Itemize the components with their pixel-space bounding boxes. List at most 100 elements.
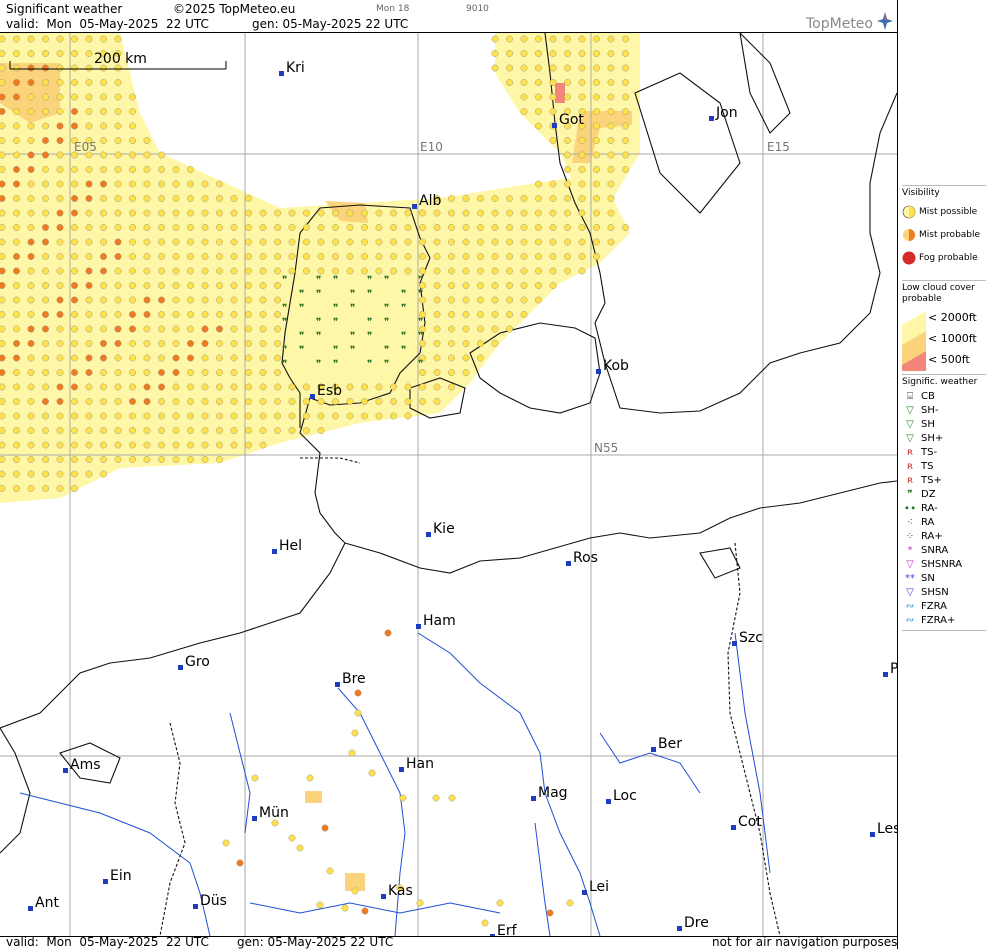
visibility-marker	[549, 50, 557, 57]
visibility-marker	[549, 209, 557, 217]
visibility-marker	[477, 224, 484, 231]
visibility-marker	[85, 180, 93, 188]
visibility-marker	[535, 122, 542, 130]
visibility-marker	[593, 253, 600, 260]
visibility-marker	[317, 209, 325, 217]
visibility-marker	[114, 369, 122, 376]
visibility-marker	[114, 267, 122, 275]
city-mun[interactable]: Mün	[252, 805, 289, 821]
city-ams[interactable]: Ams	[63, 757, 101, 773]
visibility-marker	[448, 794, 456, 802]
city-kas[interactable]: Kas	[381, 883, 413, 899]
grid-label-n55: N55	[594, 441, 619, 455]
visibility-marker	[85, 470, 93, 478]
visibility-marker	[0, 427, 6, 434]
city-dre[interactable]: Dre	[677, 915, 709, 931]
city-ber[interactable]: Ber	[651, 736, 682, 752]
city-kob[interactable]: Kob	[596, 358, 629, 374]
visibility-marker	[85, 209, 93, 217]
visibility-marker	[351, 729, 359, 737]
visibility-marker	[100, 398, 107, 405]
city-les[interactable]: Les	[870, 821, 897, 837]
visibility-marker	[13, 267, 20, 275]
visibility-marker	[390, 253, 397, 260]
city-mag[interactable]: Mag	[531, 785, 568, 801]
saale-river	[534, 822, 551, 936]
visibility-marker	[100, 122, 107, 130]
city-erf[interactable]: Erf	[490, 923, 517, 936]
city-ant[interactable]: Ant	[28, 895, 59, 911]
visibility-marker	[245, 441, 252, 449]
visibility-marker	[201, 195, 209, 202]
city-gro[interactable]: Gro	[178, 654, 210, 670]
visibility-marker	[158, 180, 165, 188]
city-kri[interactable]: Kri	[279, 60, 305, 76]
city-alb[interactable]: Alb	[412, 193, 441, 209]
scale-label: 200 km	[94, 51, 147, 67]
visibility-marker	[71, 253, 78, 260]
city-ein[interactable]: Ein	[103, 868, 132, 884]
visibility-marker	[129, 180, 136, 188]
visibility-marker	[390, 412, 397, 420]
sigwx-symbol-icon: ⁖	[907, 517, 913, 528]
visibility-marker	[216, 224, 223, 231]
city-ros[interactable]: Ros	[566, 550, 598, 566]
visibility-marker	[27, 209, 35, 217]
visibility-marker	[158, 238, 165, 246]
visibility-marker	[564, 180, 571, 188]
visibility-marker	[216, 267, 223, 275]
city-loc[interactable]: Loc	[606, 788, 637, 804]
visibility-marker	[13, 35, 20, 43]
visibility-marker	[306, 774, 314, 782]
weather-map[interactable]: ❞ ❞ ❞ ❞ ❞ ❞ ❞ ❞ ❞ ❞ ❞ ❞ ❞ ❞ ❞ ❞ ❞ ❞ ❞ ❞ ❞ ❞ ❞ ❞ ❞ ❞ ❞ ❞ ❞ ❞ ❞ ❞ ❞ ❞ ❞ ❞ ❞ ❞ ❞ ❞…	[0, 32, 897, 937]
visibility-marker	[361, 209, 368, 217]
visibility-marker	[71, 35, 78, 43]
visibility-marker	[578, 137, 586, 144]
visibility-marker	[71, 224, 78, 231]
visibility-marker	[462, 282, 470, 289]
visibility-marker	[259, 267, 267, 275]
drizzle-marker: ❞	[350, 331, 355, 342]
visibility-marker	[433, 383, 441, 391]
city-dus[interactable]: Düs	[193, 893, 227, 909]
visibility-marker	[42, 209, 49, 217]
visibility-marker	[491, 325, 499, 333]
visibility-marker	[404, 253, 412, 260]
visibility-marker	[143, 209, 151, 217]
visibility-marker	[129, 253, 136, 260]
city-bre[interactable]: Bre	[335, 671, 366, 687]
city-got[interactable]: Got	[552, 112, 584, 128]
visibility-marker	[158, 282, 165, 289]
city-cot[interactable]: Cot	[731, 814, 762, 830]
visibility-marker	[433, 267, 441, 275]
city-kie[interactable]: Kie	[426, 521, 455, 537]
visibility-marker	[274, 427, 281, 434]
visibility-marker	[230, 311, 238, 318]
visibility-marker	[85, 122, 93, 130]
city-p[interactable]: P	[883, 661, 897, 677]
visibility-marker	[448, 325, 455, 333]
drizzle-marker: ❞	[384, 275, 389, 286]
visibility-marker	[0, 238, 6, 246]
visibility-marker	[361, 253, 368, 260]
city-szc[interactable]: Szc	[732, 630, 763, 646]
city-lei[interactable]: Lei	[582, 879, 609, 895]
city-esb[interactable]: Esb	[310, 383, 342, 399]
city-hel[interactable]: Hel	[272, 538, 302, 554]
visibility-marker	[158, 311, 165, 318]
visibility-marker	[143, 267, 151, 275]
visibility-marker	[477, 282, 484, 289]
sigwx-symbol-icon: ▽	[906, 419, 914, 430]
city-han[interactable]: Han	[399, 756, 434, 772]
visibility-marker	[361, 267, 368, 275]
visibility-marker	[201, 282, 209, 289]
city-jon[interactable]: Jon	[709, 105, 738, 121]
visibility-marker	[56, 64, 64, 72]
visibility-marker	[0, 369, 6, 376]
visibility-marker	[506, 311, 513, 318]
copyright: ©2025 TopMeteo.eu	[173, 2, 296, 16]
city-ham[interactable]: Ham	[416, 613, 456, 629]
visibility-marker	[100, 427, 107, 434]
visibility-marker	[172, 311, 180, 318]
visibility-marker	[172, 383, 180, 391]
